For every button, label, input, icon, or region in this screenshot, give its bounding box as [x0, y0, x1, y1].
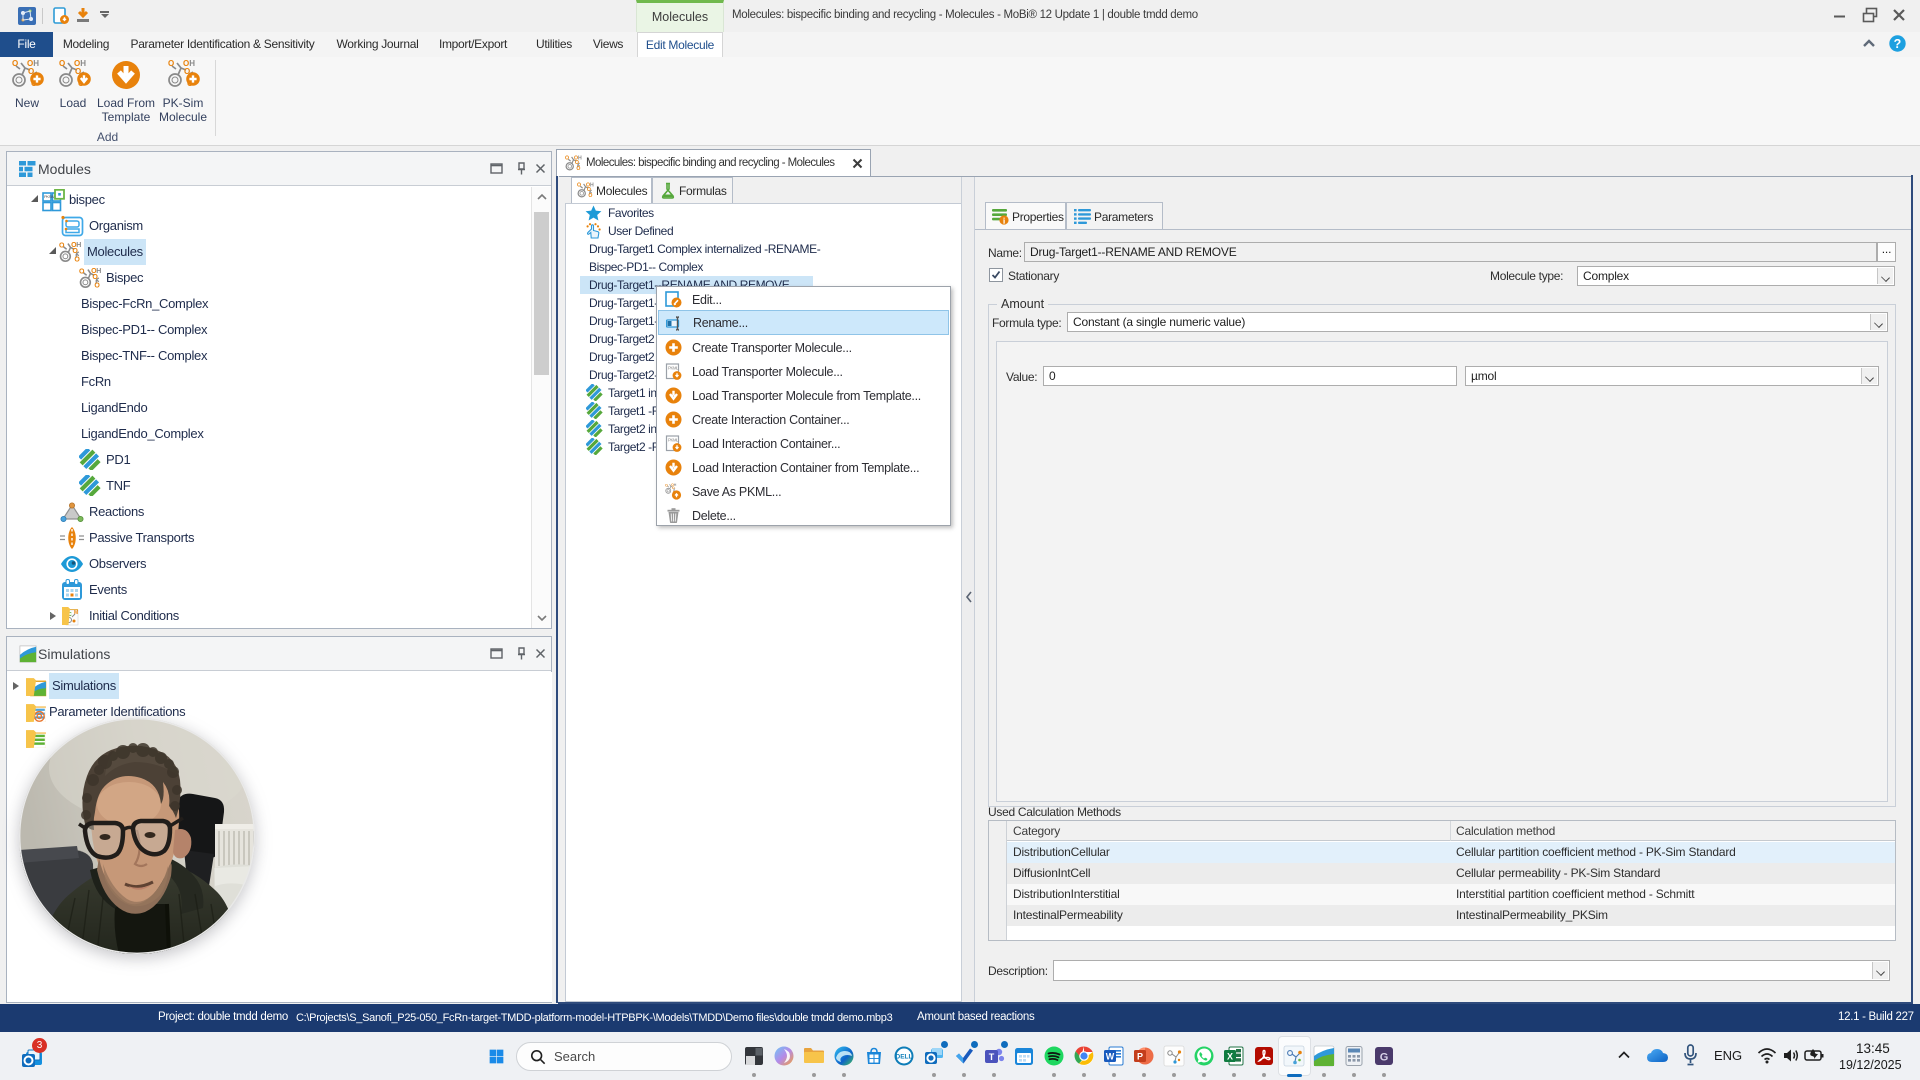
svg-text:PKML: PKML: [668, 366, 679, 371]
svg-text:M: M: [74, 610, 78, 616]
svg-text:?: ?: [1894, 37, 1902, 51]
svg-text:T: T: [989, 1052, 995, 1062]
svg-text:DELL: DELL: [896, 1054, 913, 1061]
svg-text:PKML: PKML: [668, 438, 679, 443]
svg-text:X: X: [1227, 1052, 1233, 1062]
svg-text:P: P: [1137, 1052, 1143, 1062]
svg-text:W: W: [1106, 1052, 1115, 1062]
svg-text:G: G: [1380, 1052, 1389, 1064]
svg-text:PKSIM: PKSIM: [44, 194, 55, 199]
